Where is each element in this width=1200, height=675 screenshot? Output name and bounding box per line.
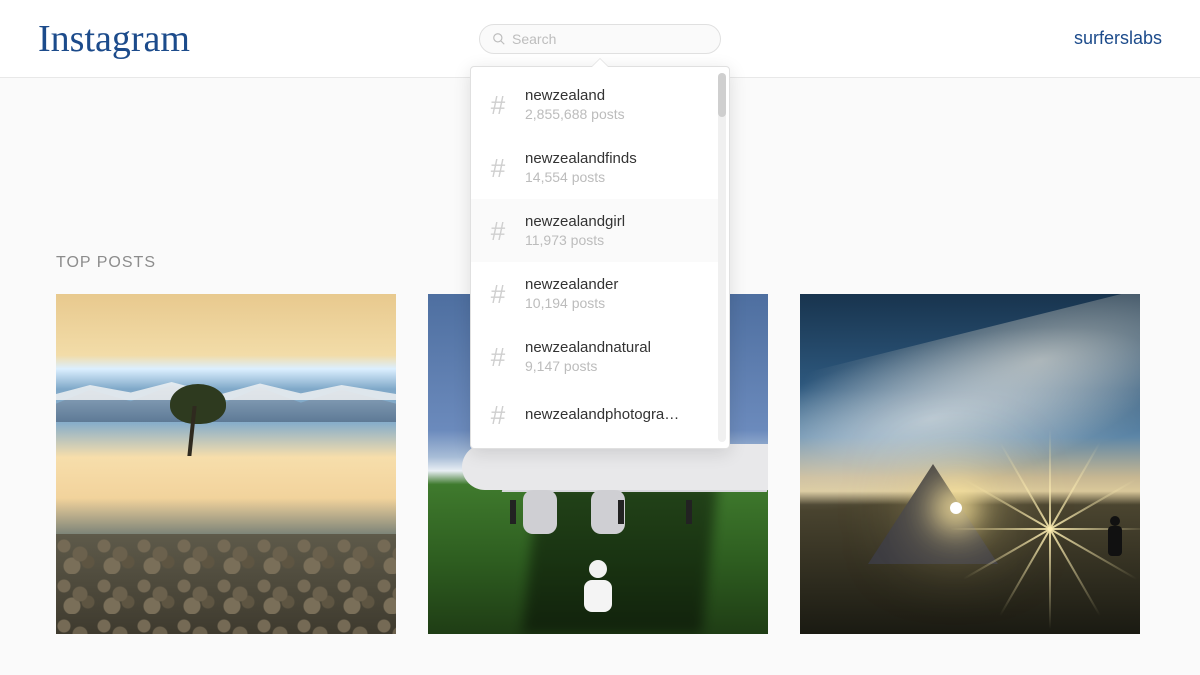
dropdown-tag: newzealandnatural	[525, 339, 711, 356]
dropdown-count: 14,554 posts	[525, 169, 711, 185]
hash-icon: #	[485, 344, 511, 370]
dropdown-count: 9,147 posts	[525, 358, 711, 374]
dropdown-count: 11,973 posts	[525, 232, 711, 248]
hash-icon: #	[485, 281, 511, 307]
dropdown-tag: newzealandphotogra…	[525, 406, 711, 423]
dropdown-item[interactable]: # newzealandnatural 9,147 posts	[471, 325, 719, 388]
search-icon	[492, 32, 506, 46]
hash-icon: #	[485, 92, 511, 118]
post-thumbnail[interactable]	[56, 294, 396, 634]
dropdown-tag: newzealandgirl	[525, 213, 711, 230]
hash-icon: #	[485, 155, 511, 181]
dropdown-tag: newzealander	[525, 276, 711, 293]
search-input[interactable]	[479, 24, 721, 54]
dropdown-count: 10,194 posts	[525, 295, 711, 311]
scrollbar-thumb[interactable]	[718, 73, 726, 117]
search-container	[479, 24, 721, 54]
dropdown-list: # newzealand 2,855,688 posts # newzealan…	[471, 67, 719, 448]
dropdown-item[interactable]: # newzealand 2,855,688 posts	[471, 73, 719, 136]
instagram-logo[interactable]: Instagram	[38, 20, 190, 58]
dropdown-item[interactable]: # newzealandgirl 11,973 posts	[471, 199, 719, 262]
dropdown-count: 2,855,688 posts	[525, 106, 711, 122]
search-dropdown: # newzealand 2,855,688 posts # newzealan…	[470, 66, 730, 449]
dropdown-item[interactable]: # newzealander 10,194 posts	[471, 262, 719, 325]
dropdown-tag: newzealandfinds	[525, 150, 711, 167]
dropdown-tag: newzealand	[525, 87, 711, 104]
dropdown-item[interactable]: # newzealandphotogra…	[471, 388, 719, 442]
dropdown-item[interactable]: # newzealandfinds 14,554 posts	[471, 136, 719, 199]
dropdown-scrollbar[interactable]	[718, 73, 726, 442]
post-thumbnail[interactable]	[800, 294, 1140, 634]
hash-icon: #	[485, 402, 511, 428]
user-link[interactable]: surferslabs	[1074, 28, 1162, 49]
hash-icon: #	[485, 218, 511, 244]
